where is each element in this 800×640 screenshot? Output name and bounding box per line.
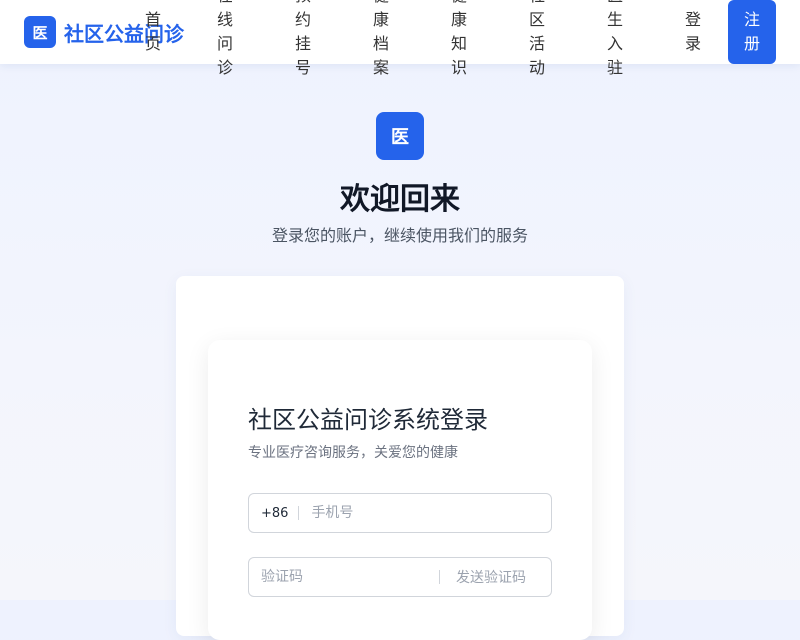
hero-logo-icon: 医: [376, 112, 424, 160]
page-subtitle: 登录您的账户，继续使用我们的服务: [271, 226, 528, 245]
nav-item-health-records[interactable]: 健康档案: [373, 0, 389, 80]
brand-name: 社区公益问诊: [64, 21, 184, 46]
top-navbar: 医 社区公益问诊 首页 在线问诊 预约挂号 健康档案 健康知识 社区活动 医生入…: [0, 0, 800, 77]
nav-item-online-consult[interactable]: 在线问诊: [217, 0, 233, 80]
form-subtitle: 专业医疗咨询服务，关爱您的健康: [248, 445, 458, 461]
register-button-label: 注册: [744, 10, 761, 53]
nav-item-appointment[interactable]: 预约挂号: [295, 0, 311, 80]
phone-input-group: +86: [248, 493, 552, 533]
nav-item-community-events[interactable]: 社区活动: [529, 0, 545, 80]
page-title: 欢迎回来: [340, 182, 460, 217]
phone-input[interactable]: [299, 494, 540, 532]
login-link[interactable]: 登录: [685, 8, 701, 56]
form-title: 社区公益问诊系统登录: [248, 406, 488, 434]
register-button[interactable]: 注册: [728, 0, 776, 64]
code-input-group: 发送验证码: [248, 557, 552, 597]
logo-icon: 医: [24, 16, 56, 48]
nav-item-doctor-join[interactable]: 医生入驻: [607, 0, 623, 80]
verification-code-input[interactable]: [249, 558, 439, 596]
country-code[interactable]: +86: [249, 506, 298, 521]
send-code-button[interactable]: 发送验证码: [440, 567, 538, 587]
nav-item-health-knowledge[interactable]: 健康知识: [451, 0, 467, 80]
nav-item-home[interactable]: 首页: [145, 8, 161, 56]
